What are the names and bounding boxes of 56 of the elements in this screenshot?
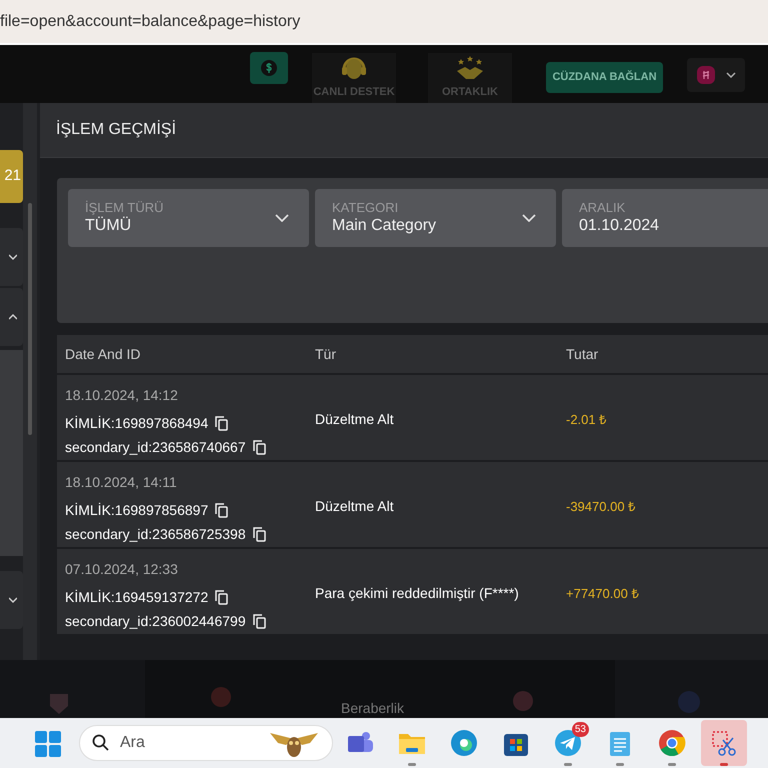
taskbar-search-field[interactable]: Ara (79, 725, 333, 761)
amount-text: -2.01 ₺ (566, 412, 606, 427)
browser-icon (450, 729, 478, 757)
search-icon (92, 734, 110, 752)
select-field[interactable]: İŞLEM TÜRÜ TÜMÜ (68, 189, 309, 247)
secondary-id-text: secondary_id:236002446799 (65, 612, 246, 631)
type-text: Düzeltme Alt (315, 498, 394, 514)
currency-dropdown[interactable] (687, 58, 745, 92)
scissors-icon (710, 729, 738, 757)
column-header: Date And ID (65, 344, 142, 364)
start-icon[interactable] (35, 731, 61, 757)
sidebar-item[interactable]: 21 (0, 150, 23, 203)
chrome-icon (658, 729, 686, 757)
search-placeholder: Ara (120, 733, 145, 753)
folder-icon (398, 731, 426, 755)
notification-badge: 53 (572, 722, 589, 737)
type-text: Düzeltme Alt (315, 411, 394, 427)
date-text: 07.10.2024, 12:33 (65, 561, 179, 577)
taskbar-app[interactable]: 53 (545, 720, 591, 766)
notepad-icon (608, 729, 632, 757)
amount-text: -39470.00 ₺ (566, 499, 636, 514)
date-field[interactable]: ARALIK 01.10.2024 (562, 189, 768, 247)
draw-label: Beraberlik (341, 700, 404, 716)
column-header: Tür (315, 344, 337, 364)
copy-icon[interactable] (215, 590, 228, 605)
page-title: İŞLEM GEÇMİŞİ (56, 119, 176, 140)
date-text: 18.10.2024, 14:11 (65, 474, 178, 490)
chevron-down-icon (522, 214, 536, 222)
secondary-id-text: secondary_id:236586725398 (65, 525, 246, 544)
chevron-down-icon (9, 595, 17, 605)
connect-wallet-button[interactable]: CÜZDANA BAĞLAN (546, 62, 663, 93)
amount-text: +77470.00 ₺ (566, 586, 638, 601)
dollar-icon (260, 59, 278, 77)
date-text: 18.10.2024, 14:12 (65, 387, 179, 403)
id-text: KİMLİK:169897868494 (65, 414, 208, 433)
select-field[interactable]: KATEGORI Main Category (315, 189, 556, 247)
chevron-up-icon (9, 312, 17, 322)
copy-icon[interactable] (252, 440, 266, 455)
secondary-id-text: secondary_id:236586740667 (65, 438, 246, 457)
column-header: Tutar (566, 344, 600, 364)
type-text: Para çekimi reddedilmiştir (F****) (315, 585, 519, 601)
copy-icon[interactable] (252, 527, 266, 542)
chevron-down-icon (726, 72, 736, 78)
taskbar-app[interactable] (701, 720, 747, 766)
coin-icon (696, 65, 716, 85)
id-text: KİMLİK:169459137272 (65, 588, 208, 607)
headset-icon (340, 55, 368, 81)
address-bar-url: file=open&account=balance&page=history (0, 12, 300, 32)
copy-icon[interactable] (215, 503, 228, 518)
chevron-down-icon (275, 214, 289, 222)
chevron-down-icon (9, 252, 17, 262)
copy-icon[interactable] (215, 416, 228, 431)
scrollbar-thumb[interactable] (28, 203, 32, 435)
id-text: KİMLİK:169897856897 (65, 501, 208, 520)
dollar-button[interactable] (250, 52, 288, 84)
copy-icon[interactable] (252, 614, 266, 629)
